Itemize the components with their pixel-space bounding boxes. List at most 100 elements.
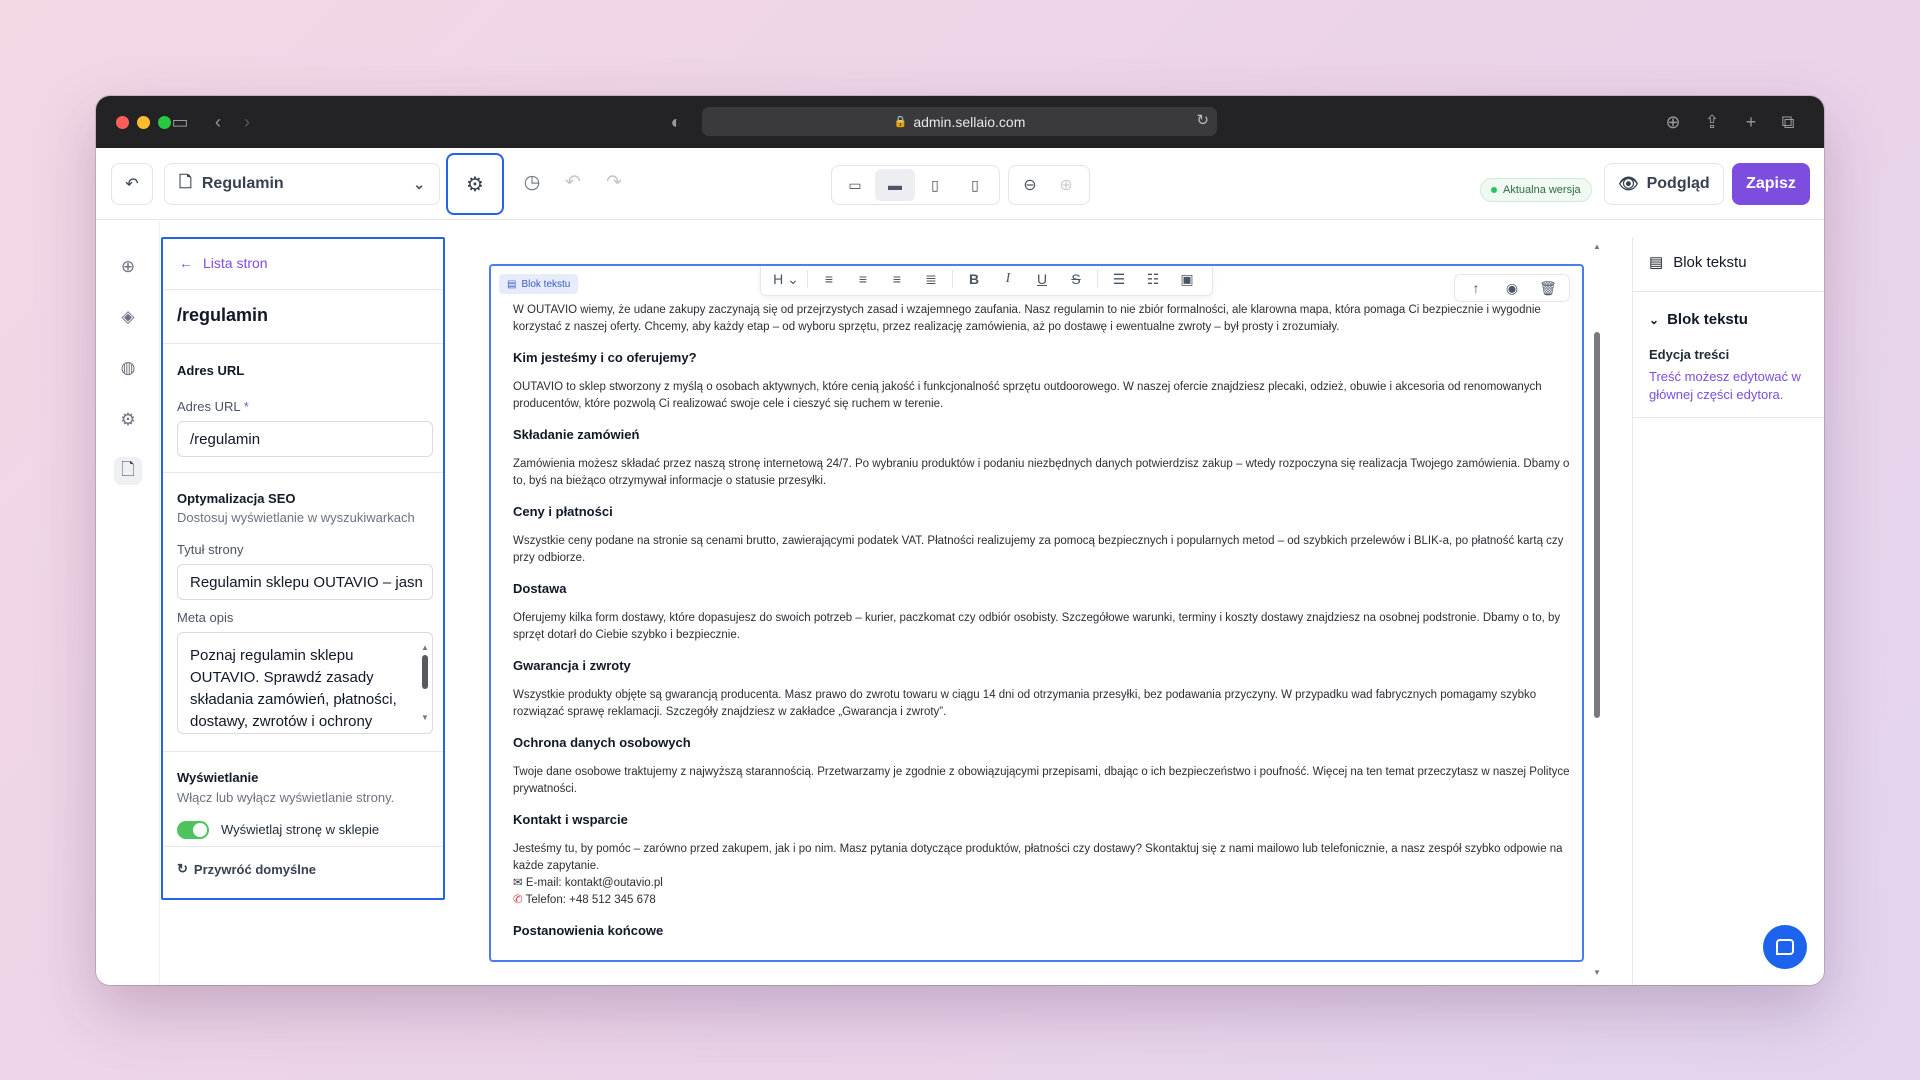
inspector-section-label: Blok tekstu (1667, 311, 1748, 328)
seo-section-heading: Optymalizacja SEO (177, 491, 296, 506)
tablet-view-icon[interactable]: ▯ (915, 169, 955, 201)
inspector-note: Treść możesz edytować w głównej części e… (1649, 369, 1801, 402)
zoom-out-icon[interactable]: ⊖ (1012, 169, 1048, 201)
align-left-icon[interactable]: ≡ (812, 271, 846, 287)
reload-icon[interactable]: ↻ (1196, 111, 1209, 129)
divider (1633, 291, 1824, 292)
scroll-down-icon: ▼ (421, 713, 429, 722)
block-tag-label: Blok tekstu (521, 278, 571, 290)
section-heading: Ochrona danych osobowych (513, 735, 691, 750)
add-block-icon[interactable]: ⊕ (114, 253, 142, 281)
privacy-shield-icon[interactable]: ◐ (664, 110, 688, 134)
tab-overview-icon[interactable]: ⧉ (1776, 110, 1800, 134)
laptop-view-icon[interactable]: ▬ (875, 169, 915, 201)
history-icon[interactable]: ◷ (518, 171, 546, 194)
window-controls (116, 116, 171, 129)
inspector-header: ▤ Blok tekstu (1649, 253, 1747, 272)
restore-defaults-button[interactable]: ↻ Przywróć domyślne (177, 861, 316, 877)
save-button[interactable]: Zapisz (1732, 163, 1810, 205)
inspector-section-toggle[interactable]: ⌄ Blok tekstu (1649, 311, 1748, 328)
page-select-label: Regulamin (201, 175, 284, 192)
browser-chrome: ▭ ‹ › ◐ 🔒 admin.sellaio.com ↻ ⊕ ⇪ + ⧉ (96, 96, 1824, 148)
minimize-window-button[interactable] (137, 116, 150, 129)
mobile-view-icon[interactable]: ▯ (955, 169, 995, 201)
bullet-list-icon[interactable]: ☰ (1102, 271, 1136, 288)
delete-icon[interactable]: 🗑 (1531, 280, 1565, 297)
heading-dropdown[interactable]: H ⌄ (769, 271, 803, 288)
page-select[interactable]: 🗋 Regulamin ⌄ (164, 163, 440, 205)
address-bar[interactable]: 🔒 admin.sellaio.com ↻ (702, 107, 1217, 136)
layers-icon[interactable]: ◈ (114, 303, 142, 331)
scroll-up-icon: ▲ (1593, 242, 1601, 251)
forward-icon[interactable]: › (235, 110, 259, 134)
display-toggle-label: Wyświetlaj stronę w sklepie (221, 822, 380, 837)
refresh-icon: ↻ (177, 861, 188, 876)
display-section-heading: Wyświetlanie (177, 770, 259, 785)
back-link-label: Lista stron (203, 255, 268, 271)
document-icon: 🗋 (179, 173, 192, 191)
meta-description-textarea[interactable]: Poznaj regulamin sklepu OUTAVIO. Sprawdź… (177, 632, 433, 734)
move-up-icon[interactable]: ↑ (1459, 280, 1493, 296)
strikethrough-icon[interactable]: S (1059, 271, 1093, 287)
zoom-in-icon[interactable]: ⊕ (1048, 169, 1084, 201)
desktop-view-icon[interactable]: ▭ (835, 169, 875, 201)
sidebar-toggle-icon[interactable]: ▭ (168, 110, 192, 134)
underline-icon[interactable]: U (1025, 271, 1059, 287)
document-content: W OUTAVIO wiemy, że udane zakupy zaczyna… (513, 302, 1573, 952)
meta-description-label: Meta opis (177, 610, 234, 625)
contact-phone: ✆ Telefon: +48 512 345 678 (513, 892, 1573, 909)
chat-support-button[interactable] (1763, 925, 1807, 969)
page-settings-button[interactable]: ⚙ (446, 153, 504, 215)
required-marker: * (243, 399, 249, 414)
divider (1633, 417, 1824, 418)
palette-icon[interactable]: ◍ (114, 354, 142, 382)
canvas-scrollbar[interactable]: ▲ ▼ (1592, 242, 1602, 977)
back-icon[interactable]: ‹ (206, 110, 230, 134)
page-title-label: Tytuł strony (177, 542, 244, 557)
meta-description-text: Poznaj regulamin sklepu OUTAVIO. Sprawdź… (190, 647, 397, 730)
page-title-input[interactable]: Regulamin sklepu OUTAVIO – jasn (177, 564, 433, 600)
scrollbar-thumb[interactable] (422, 655, 428, 689)
align-justify-icon[interactable]: ≣ (914, 271, 948, 288)
share-icon[interactable]: ⇪ (1700, 110, 1724, 134)
settings-icon[interactable]: ⚙ (114, 406, 142, 434)
inspector-header-label: Blok tekstu (1673, 253, 1747, 271)
textarea-scrollbar[interactable]: ▲ ▼ (421, 637, 429, 729)
contact-email: ✉ E-mail: kontakt@outavio.pl (513, 875, 1573, 892)
text-block[interactable]: ▤ Blok tekstu H ⌄ ≡ ≡ ≡ ≣ B I U S ☰ ☷ ▣ … (489, 264, 1584, 962)
divider (163, 751, 443, 752)
divider (163, 472, 443, 473)
undo-icon[interactable]: ↶ (559, 171, 587, 194)
preview-button[interactable]: 👁 Podgląd (1604, 163, 1724, 205)
page-settings-panel: ← Lista stron /regulamin Adres URL Adres… (161, 237, 445, 900)
align-right-icon[interactable]: ≡ (880, 271, 914, 287)
bold-icon[interactable]: B (957, 271, 991, 287)
align-center-icon[interactable]: ≡ (846, 271, 880, 287)
close-window-button[interactable] (116, 116, 129, 129)
url-label-text: Adres URL (177, 399, 241, 414)
download-icon[interactable]: ⊕ (1661, 110, 1685, 134)
new-tab-icon[interactable]: + (1739, 110, 1763, 134)
pages-icon[interactable]: 🗋 (114, 457, 142, 485)
display-description: Włącz lub wyłącz wyświetlanie strony. (177, 790, 395, 805)
url-field-label: Adres URL * (177, 399, 249, 414)
italic-icon[interactable]: I (991, 271, 1025, 287)
exit-button[interactable]: ↶ (111, 163, 153, 205)
gear-icon: ⚙ (466, 173, 484, 196)
left-rail: ⊕ ◈ ◍ ⚙ 🗋 (96, 221, 160, 985)
numbered-list-icon[interactable]: ☷ (1136, 271, 1170, 288)
back-to-pages-link[interactable]: ← Lista stron (179, 255, 268, 271)
block-icon: ▤ (507, 278, 517, 290)
section-body: Wszystkie ceny podane na stronie są cena… (513, 535, 1564, 564)
display-toggle[interactable] (177, 821, 209, 839)
image-icon[interactable]: ▣ (1170, 271, 1204, 288)
section-heading: Dostawa (513, 581, 567, 596)
divider (1097, 270, 1098, 288)
url-input[interactable]: /regulamin (177, 421, 433, 457)
eye-icon: 👁 (1618, 176, 1639, 193)
visibility-icon[interactable]: ◉ (1495, 280, 1529, 297)
scrollbar-thumb[interactable] (1594, 332, 1600, 718)
inspector-subheading: Edycja treści (1649, 347, 1730, 362)
section-body: Twoje dane osobowe traktujemy z najwyższ… (513, 766, 1570, 795)
redo-icon[interactable]: ↷ (600, 171, 628, 194)
